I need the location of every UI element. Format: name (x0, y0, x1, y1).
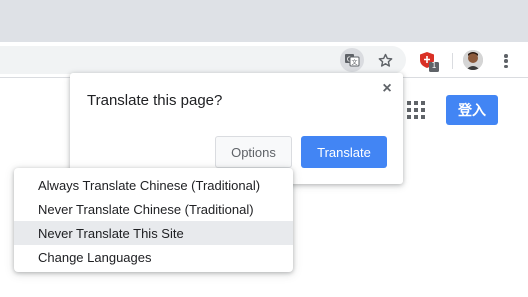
star-icon[interactable] (375, 50, 395, 70)
shield-extension-icon[interactable]: 1 (418, 51, 440, 73)
menu-item-never-translate-site[interactable]: Never Translate This Site (14, 221, 293, 245)
avatar[interactable] (463, 50, 483, 70)
toolbar-divider (452, 53, 453, 69)
close-icon[interactable]: × (380, 81, 394, 97)
svg-text:文: 文 (351, 59, 357, 67)
bubble-title: Translate this page? (87, 92, 223, 109)
translate-button[interactable]: Translate (301, 136, 387, 168)
menu-item-change-languages[interactable]: Change Languages (14, 245, 293, 269)
extension-badge: 1 (431, 61, 437, 70)
menu-item-never-translate-language[interactable]: Never Translate Chinese (Traditional) (14, 197, 293, 221)
translate-icon[interactable]: G 文 (340, 48, 364, 72)
options-menu: Always Translate Chinese (Traditional) N… (14, 168, 293, 272)
options-button[interactable]: Options (215, 136, 292, 168)
apps-grid-icon[interactable] (407, 101, 425, 119)
signin-button[interactable]: 登入 (446, 95, 498, 125)
tab-strip (0, 0, 528, 42)
omnibox[interactable]: G 文 (0, 46, 406, 74)
more-vert-icon[interactable] (498, 51, 514, 71)
menu-item-always-translate[interactable]: Always Translate Chinese (Traditional) (14, 173, 293, 197)
